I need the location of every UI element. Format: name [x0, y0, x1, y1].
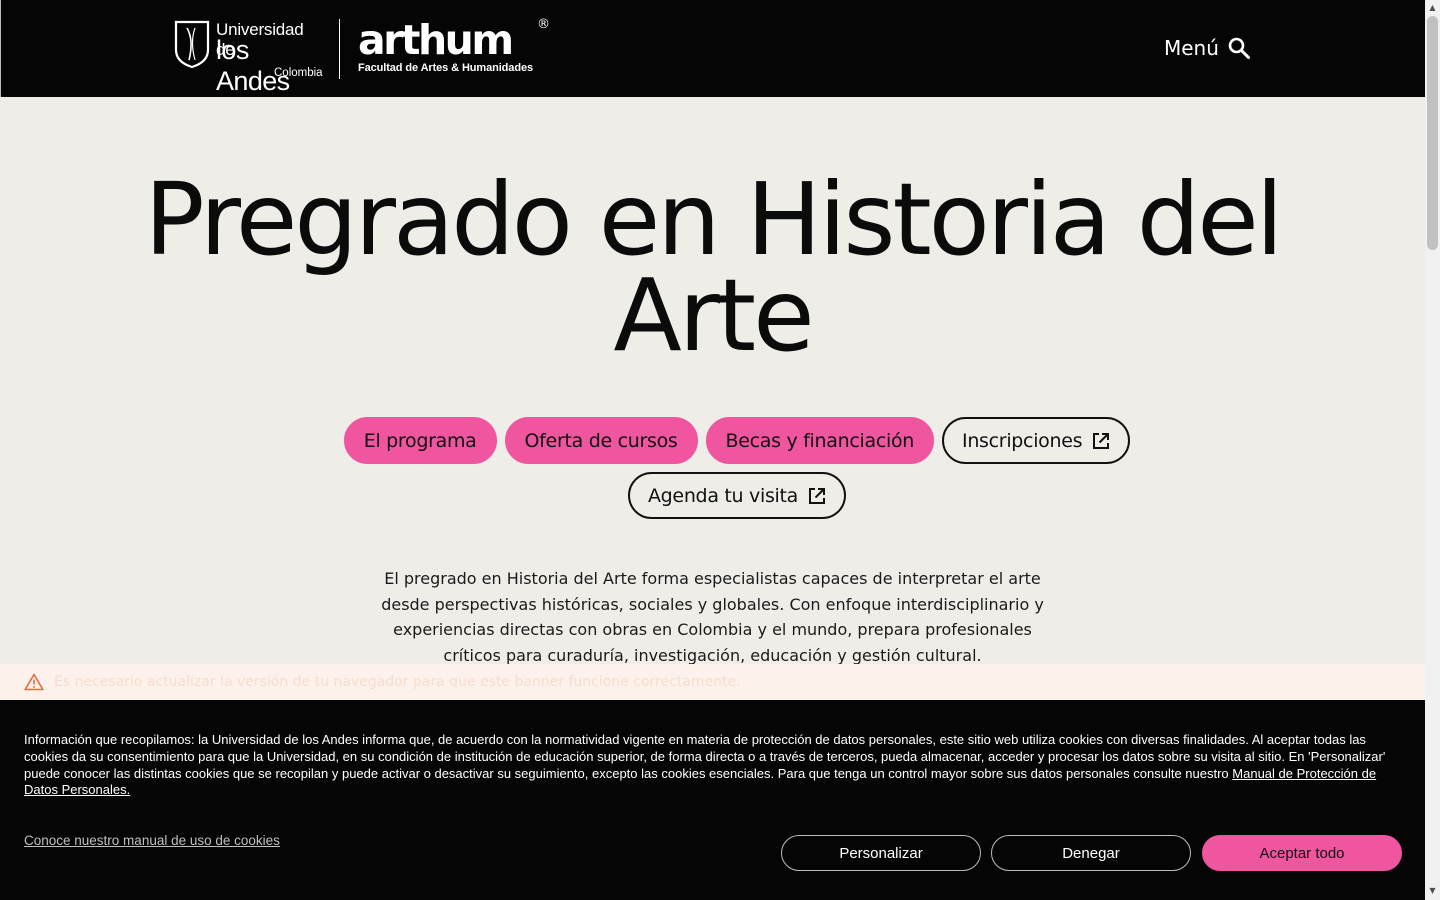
cookie-consent-body: Información que recopilamos: la Universi…	[24, 732, 1386, 781]
pill-label: Becas y financiación	[725, 429, 915, 452]
pill-label: Agenda tu visita	[647, 484, 799, 507]
personalizar-button[interactable]: Personalizar	[781, 835, 981, 871]
menu-label: Menú	[1164, 36, 1219, 60]
uniandes-logo-line2: los Andes	[216, 35, 290, 96]
uniandes-logo[interactable]: Universidad de los Andes Colombia	[173, 20, 323, 96]
external-link-icon	[1093, 432, 1110, 449]
site-header: Universidad de los Andes Colombia arthum…	[0, 0, 1425, 97]
page-title: Pregrado en Historia del Arte	[144, 161, 1283, 374]
section-nav-row-1: El programa Oferta de cursos Becas y fin…	[200, 417, 1274, 464]
section-nav: El programa Oferta de cursos Becas y fin…	[200, 417, 1274, 527]
menu-button[interactable]: Menú	[1164, 33, 1251, 63]
pill-inscripciones[interactable]: Inscripciones	[942, 417, 1131, 464]
search-icon[interactable]	[1227, 36, 1251, 60]
scrollbar-thumb[interactable]	[1427, 16, 1438, 250]
cookie-consent-banner: Información que recopilamos: la Universi…	[0, 700, 1425, 900]
program-description: El pregrado en Historia del Arte forma e…	[381, 569, 1044, 665]
pill-oferta-de-cursos[interactable]: Oferta de cursos	[504, 417, 698, 464]
aceptar-todo-button[interactable]: Aceptar todo	[1202, 835, 1402, 871]
arthum-wordmark: arthum	[358, 16, 514, 64]
pill-agenda-tu-visita[interactable]: Agenda tu visita	[627, 472, 847, 519]
browser-warning-text: Es necesario actualizar la versión de tu…	[54, 674, 741, 690]
pill-el-programa[interactable]: El programa	[343, 417, 497, 464]
scroll-down-arrow-icon[interactable]: ▼	[1428, 886, 1437, 895]
arthum-logo[interactable]: arthum ® Facultad de Artes & Humanidades	[358, 16, 553, 80]
warning-triangle-icon	[24, 673, 44, 691]
uniandes-logo-line3: Colombia	[274, 67, 323, 79]
uniandes-shield-icon	[174, 20, 210, 68]
denegar-button[interactable]: Denegar	[991, 835, 1191, 871]
browser-warning-banner: Es necesario actualizar la versión de tu…	[0, 664, 1425, 700]
page-scrollbar[interactable]: ▲ ▼	[1425, 0, 1440, 900]
pill-label: Inscripciones	[962, 429, 1083, 452]
pill-label: El programa	[363, 429, 477, 452]
cookie-manual-link[interactable]: Conoce nuestro manual de uso de cookies	[24, 833, 280, 848]
section-nav-row-2: Agenda tu visita	[200, 472, 1274, 519]
pill-becas-y-financiacion[interactable]: Becas y financiación	[705, 417, 935, 464]
pill-label: Oferta de cursos	[524, 429, 678, 452]
arthum-registered-mark: ®	[537, 17, 550, 32]
external-link-icon	[809, 487, 826, 504]
arthum-subtitle: Facultad de Artes & Humanidades	[358, 62, 533, 74]
cookie-consent-text: Información que recopilamos: la Universi…	[24, 732, 1402, 799]
logo-divider	[339, 19, 340, 79]
scroll-up-arrow-icon[interactable]: ▲	[1428, 3, 1437, 12]
